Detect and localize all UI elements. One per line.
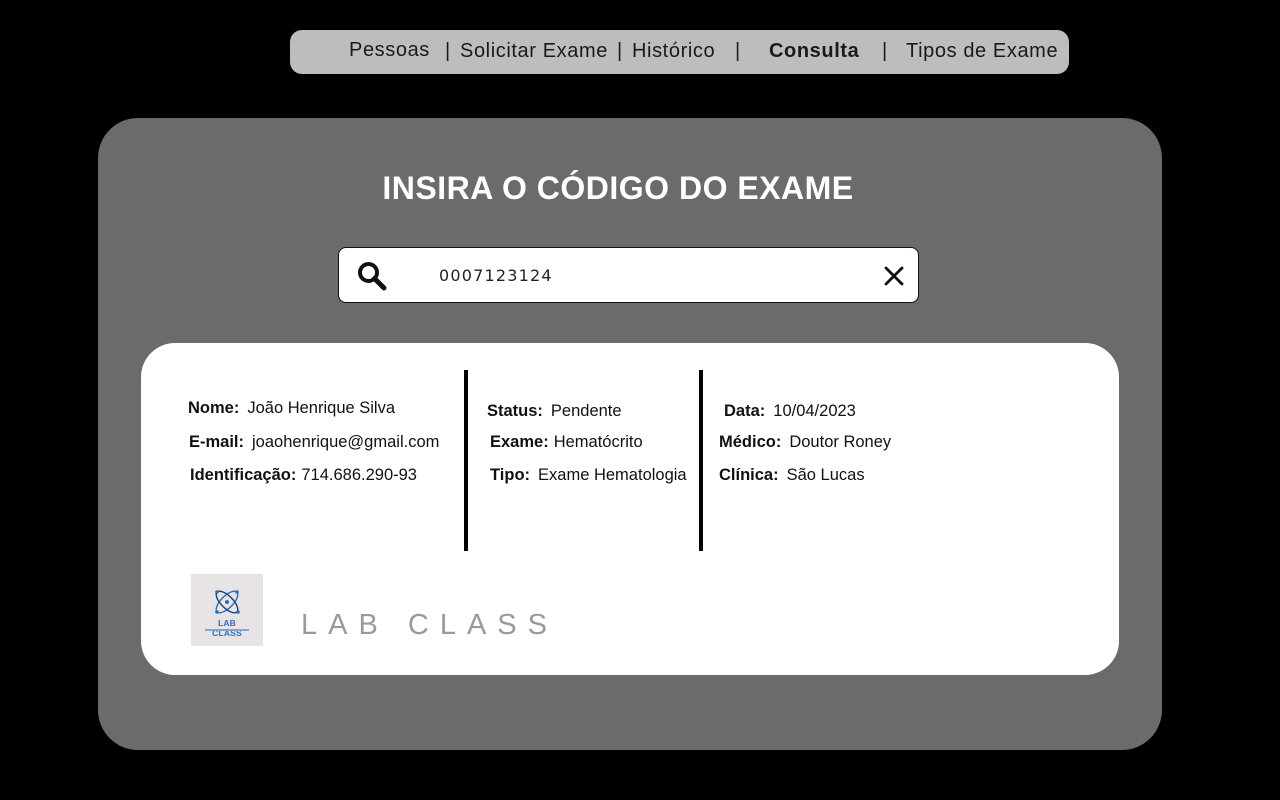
nav-separator: | <box>445 40 451 62</box>
field-tipo: Tipo: Exame Hematologia <box>490 466 687 485</box>
exam-result-card: Nome: João Henrique Silva E-mail: joaohenr… <box>141 343 1119 675</box>
nav-item-historico[interactable]: Histórico <box>632 40 715 63</box>
column-divider <box>699 370 703 551</box>
logo-underline <box>205 629 249 631</box>
field-value: Hematócrito <box>553 433 643 451</box>
page-title: INSIRA O CÓDIGO DO EXAME <box>382 170 854 206</box>
field-label: Médico: <box>719 433 782 451</box>
exam-code-input[interactable] <box>439 260 859 290</box>
field-identificacao: Identificação: 714.686.290-93 <box>190 466 417 485</box>
field-medico: Médico: Doutor Roney <box>719 433 891 452</box>
field-clinica: Clínica: São Lucas <box>719 466 865 485</box>
page: Pessoas | Solicitar Exame | Histórico | … <box>0 0 1280 800</box>
logo-text: LAB CLASS <box>212 618 242 638</box>
field-value: joaohenrique@gmail.com <box>252 433 440 451</box>
field-status: Status: Pendente <box>487 402 622 421</box>
brand-name: LAB CLASS <box>301 609 558 641</box>
field-label: Exame: <box>490 433 549 451</box>
field-email: E-mail: joaohenrique@gmail.com <box>189 433 439 452</box>
field-value: Doutor Roney <box>789 433 892 451</box>
field-exame: Exame: Hematócrito <box>490 433 643 452</box>
close-icon[interactable] <box>882 264 906 288</box>
top-navbar: Pessoas | Solicitar Exame | Histórico | … <box>290 30 1069 74</box>
field-label: E-mail: <box>189 433 245 451</box>
nav-separator: | <box>882 40 888 62</box>
nav-item-consulta[interactable]: Consulta <box>769 40 859 63</box>
field-label: Clínica: <box>719 466 779 484</box>
field-value: Exame Hematologia <box>538 466 687 484</box>
field-label: Data: <box>724 402 766 420</box>
field-value: São Lucas <box>786 466 865 484</box>
field-value: 10/04/2023 <box>773 402 856 420</box>
field-value: 714.686.290-93 <box>301 466 417 484</box>
nav-separator: | <box>617 40 623 62</box>
field-value: João Henrique Silva <box>247 399 396 417</box>
field-label: Identificação: <box>190 466 297 484</box>
field-label: Nome: <box>188 399 240 417</box>
column-divider <box>464 370 468 551</box>
field-label: Status: <box>487 402 543 420</box>
search-icon[interactable] <box>356 260 388 292</box>
field-nome: Nome: João Henrique Silva <box>188 399 395 418</box>
field-value: Pendente <box>550 402 622 420</box>
lab-class-logo: LAB CLASS <box>191 574 263 646</box>
nav-item-solicitar-exame[interactable]: Solicitar Exame <box>460 40 608 63</box>
nav-item-tipos-de-exame[interactable]: Tipos de Exame <box>906 40 1058 63</box>
field-label: Tipo: <box>490 466 531 484</box>
search-box <box>338 247 919 303</box>
nav-item-pessoas[interactable]: Pessoas <box>349 39 430 62</box>
field-data: Data: 10/04/2023 <box>724 402 856 421</box>
nav-separator: | <box>735 40 741 62</box>
consulta-panel: INSIRA O CÓDIGO DO EXAME Nome: João Henri… <box>98 118 1162 750</box>
